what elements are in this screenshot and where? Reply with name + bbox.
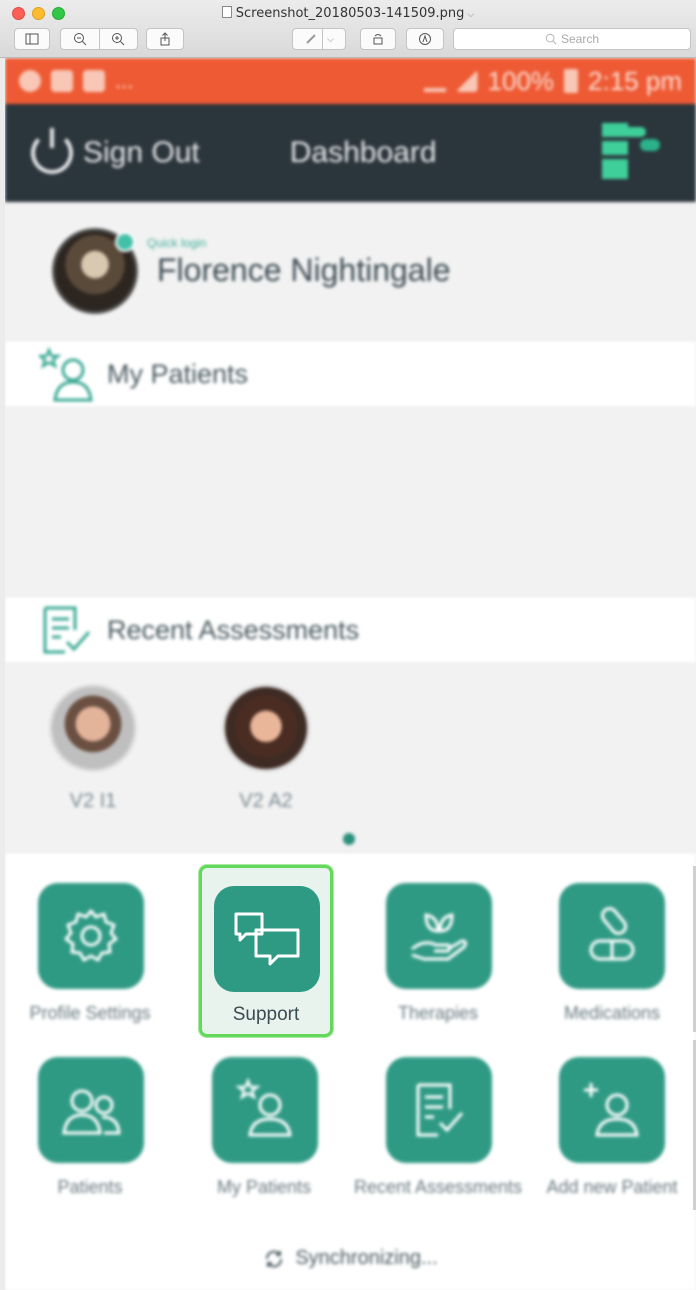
annotate-icon (419, 33, 431, 45)
app-logo (602, 123, 662, 183)
play-store-icon (51, 70, 73, 92)
support-tile[interactable] (214, 886, 320, 992)
tile-label: Support (232, 1004, 300, 1025)
tile-label: Patients (57, 1177, 123, 1197)
sign-out-button[interactable]: Sign Out (31, 128, 200, 174)
rotate-icon (373, 34, 383, 45)
zoom-controls (60, 28, 138, 50)
therapies-tile[interactable] (386, 883, 492, 989)
star-user-icon (39, 346, 93, 402)
checklist-icon (416, 1083, 464, 1137)
signal-icon (455, 70, 478, 92)
action-grid: Profile Settings Therapies Medications P… (5, 852, 696, 1290)
power-icon (31, 128, 73, 174)
rotate-button[interactable] (360, 28, 396, 50)
document-icon (221, 6, 232, 18)
wifi-icon (423, 70, 446, 92)
zoom-in-icon (112, 33, 125, 46)
sync-icon (266, 1250, 283, 1267)
recent-patients-carousel: V2 I1 V2 A2 (5, 664, 696, 852)
tile-label: Therapies (397, 1003, 479, 1023)
sync-status: Synchronizing... (5, 1247, 696, 1270)
patient-avatar[interactable] (222, 684, 310, 772)
zoom-out-icon (73, 33, 87, 46)
battery-icon (564, 69, 579, 93)
pen-icon (306, 34, 316, 44)
markup-button[interactable]: ⌵ (292, 28, 346, 50)
recent-assessments-section-header[interactable]: Recent Assessments (5, 596, 696, 664)
shield-icon (19, 70, 41, 92)
sidebar-toggle-button[interactable] (14, 28, 50, 50)
page-indicator-dot[interactable] (343, 833, 355, 845)
dropbox-icon (83, 70, 105, 92)
sidebar-icon (25, 33, 39, 45)
dashboard-title: Dashboard (289, 136, 437, 169)
patients-tile[interactable] (38, 1057, 144, 1163)
medications-tile[interactable] (559, 883, 665, 989)
gear-icon (64, 909, 118, 962)
app-bar: Sign Out Dashboard (5, 104, 696, 202)
zoom-in-button[interactable] (100, 32, 138, 46)
quick-login-label: Quick login (147, 236, 207, 250)
tile-label: My Patients (216, 1177, 312, 1197)
phone-screen: ... 100% 2:15 pm Sign Out Dashboard Quic… (5, 58, 696, 1290)
tile-label: Profile Settings (29, 1003, 151, 1023)
battery-percent: 100% (487, 65, 555, 96)
zoom-out-button[interactable] (61, 32, 99, 46)
window-titlebar: Screenshot_20180503-141509.png ⌵ ⌵ Search (0, 0, 696, 58)
window-title: Screenshot_20180503-141509.png ⌵ (0, 6, 696, 21)
my-patients-list (5, 408, 696, 598)
pills-icon (589, 907, 635, 961)
patient-label: V2 A2 (239, 790, 293, 812)
divider (322, 29, 324, 49)
share-icon (160, 32, 170, 46)
search-input[interactable]: Search (453, 28, 691, 50)
annotate-button[interactable] (406, 28, 444, 50)
chevron-down-icon[interactable]: ⌵ (467, 10, 474, 20)
users-icon (62, 1089, 121, 1135)
tile-label: Add new Patient (546, 1177, 678, 1197)
tile-label: Recent Assessments (353, 1177, 523, 1197)
patient-avatar[interactable] (49, 684, 137, 772)
leaf-hand-icon (411, 913, 468, 961)
add-new-patient-tile[interactable] (559, 1057, 665, 1163)
chat-bubbles-icon (234, 912, 300, 966)
online-status-dot (115, 232, 135, 252)
patient-label: V2 I1 (69, 790, 117, 812)
android-status-bar: ... 100% 2:15 pm (5, 58, 696, 104)
chevron-down-icon[interactable]: ⌵ (327, 34, 334, 45)
profile-header[interactable]: Quick login Florence Nightingale (5, 202, 696, 340)
search-icon (545, 33, 557, 45)
checklist-icon (43, 606, 91, 654)
share-button[interactable] (146, 28, 184, 50)
profile-settings-tile[interactable] (38, 883, 144, 989)
clock: 2:15 pm (588, 65, 682, 96)
blurred-content: ... 100% 2:15 pm Sign Out Dashboard Quic… (5, 58, 696, 1290)
my-patients-tile[interactable] (212, 1057, 318, 1163)
add-user-icon (584, 1083, 639, 1137)
user-name: Florence Nightingale (157, 252, 451, 288)
star-user-icon (235, 1077, 292, 1137)
more-notifications: ... (115, 68, 134, 93)
my-patients-section-header[interactable]: My Patients (5, 340, 696, 408)
tile-label: Medications (563, 1003, 661, 1023)
support-tile-highlight[interactable]: Support (199, 865, 333, 1037)
recent-assessments-tile[interactable] (386, 1057, 492, 1163)
